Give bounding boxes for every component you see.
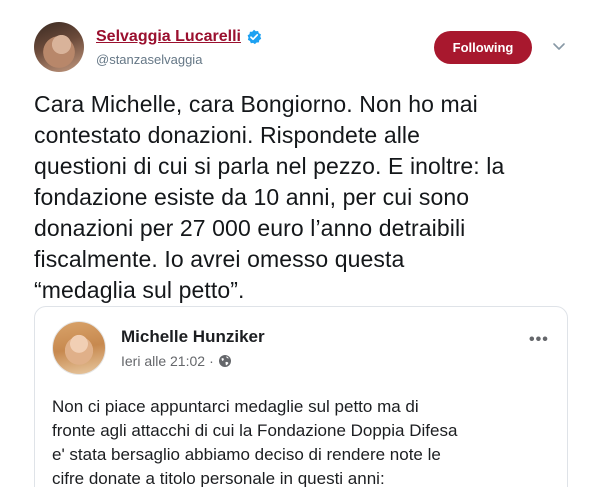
author-display-name[interactable]: Selvaggia Lucarelli — [96, 28, 241, 46]
embedded-post[interactable]: Michelle Hunziker Ieri alle 21:02 · ••• … — [34, 306, 568, 487]
verified-badge-icon — [246, 29, 262, 45]
author-name-row: Selvaggia Lucarelli — [96, 28, 262, 46]
embedded-author-name[interactable]: Michelle Hunziker — [121, 327, 265, 347]
embedded-post-text: Non ci piace appuntarci medaglie sul pet… — [52, 397, 458, 487]
author-handle[interactable]: @stanzaselvaggia — [96, 52, 202, 67]
tweet-card: Selvaggia Lucarelli @stanzaselvaggia Fol… — [0, 0, 600, 487]
embedded-post-meta: Ieri alle 21:02 · — [121, 353, 232, 369]
embedded-author-avatar[interactable] — [52, 321, 106, 375]
embedded-timestamp[interactable]: Ieri alle 21:02 — [121, 353, 205, 369]
meta-separator: · — [209, 353, 214, 369]
globe-icon — [218, 354, 232, 368]
more-options-icon[interactable]: ••• — [529, 331, 549, 349]
author-avatar[interactable] — [34, 22, 84, 72]
following-button[interactable]: Following — [434, 31, 532, 64]
chevron-down-icon[interactable] — [551, 38, 567, 54]
tweet-text: Cara Michelle, cara Bongiorno. Non ho ma… — [34, 91, 505, 303]
